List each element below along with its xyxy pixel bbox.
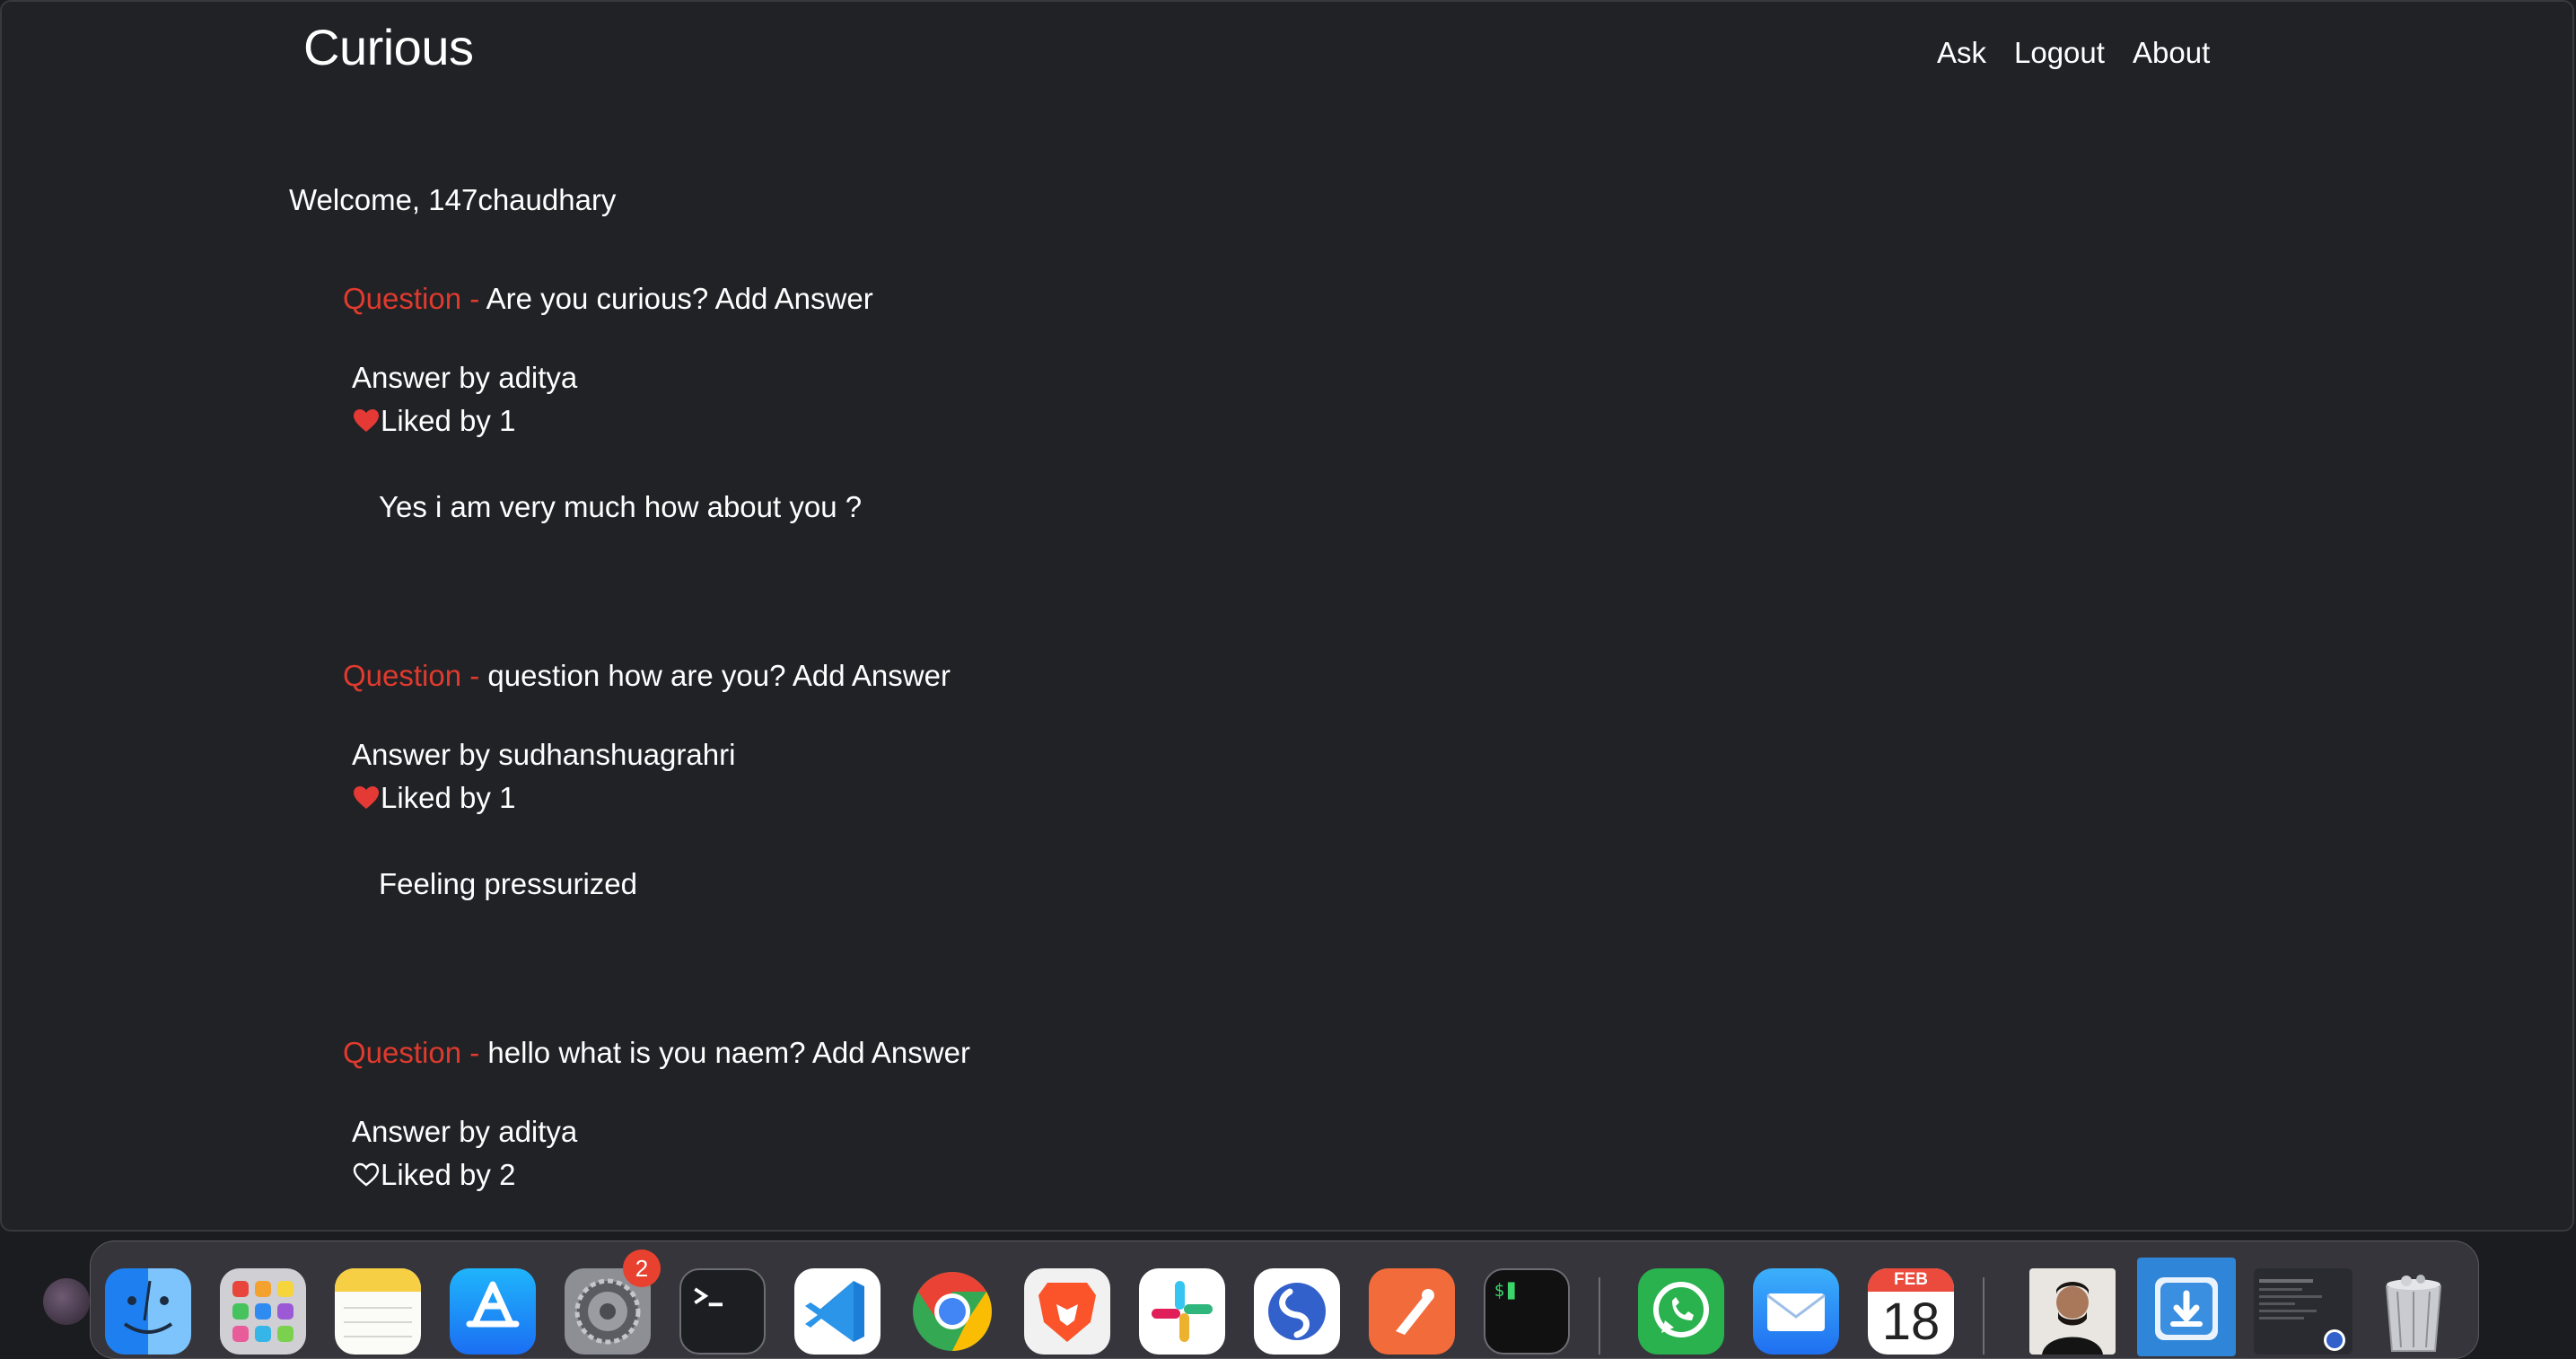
heart-filled-icon[interactable] (352, 784, 381, 812)
nav-about-link[interactable]: About (2133, 36, 2210, 70)
answer-author: Answer by aditya (352, 361, 578, 394)
likes-count: Liked by 1 (381, 781, 516, 814)
launchpad-icon[interactable] (220, 1268, 306, 1355)
downloads-folder[interactable] (2137, 1258, 2236, 1356)
nav-ask-link[interactable]: Ask (1937, 36, 1986, 70)
whatsapp-icon[interactable] (1638, 1268, 1724, 1355)
iterm-icon[interactable]: $ (1484, 1268, 1570, 1355)
vscode-icon[interactable] (794, 1268, 881, 1355)
dock-area: $ FEB 18 2 (0, 1232, 2576, 1359)
simplenote-icon[interactable] (1254, 1268, 1340, 1355)
browser-window: Curious Ask Logout About Welcome, 147cha… (0, 0, 2574, 1232)
calendar-month: FEB (1868, 1268, 1954, 1292)
answer-author: Answer by aditya (352, 1115, 578, 1148)
terminal-icon[interactable] (679, 1268, 766, 1355)
likes-count: Liked by 2 (381, 1158, 516, 1191)
heart-outline-icon[interactable] (352, 1161, 381, 1189)
recent-window[interactable] (2254, 1268, 2353, 1355)
chrome-icon[interactable] (909, 1268, 995, 1355)
desktop-widget (43, 1278, 90, 1325)
question-prefix: Question - (343, 659, 480, 692)
question-line: Question - hello what is you naem? Add A… (343, 1036, 970, 1070)
likes-row: Liked by 2 (352, 1158, 515, 1192)
add-answer-link[interactable]: Add Answer (715, 282, 873, 315)
dock-separator (1599, 1277, 1600, 1355)
likes-row: Liked by 1 (352, 404, 515, 438)
postman-icon[interactable] (1369, 1268, 1455, 1355)
calendar-day: 18 (1881, 1293, 1941, 1351)
brave-icon[interactable] (1024, 1268, 1110, 1355)
answer-text: Feeling pressurized (379, 867, 637, 900)
likes-count: Liked by 1 (381, 404, 516, 437)
question-text: hello what is you naem? (487, 1036, 806, 1069)
question-prefix: Question - (343, 282, 480, 315)
profile-photo[interactable] (2029, 1268, 2116, 1355)
finder-icon[interactable] (105, 1268, 191, 1355)
notes-icon[interactable] (335, 1268, 421, 1355)
mail-icon[interactable] (1753, 1268, 1839, 1355)
answer-author: Answer by sudhanshuagrahri (352, 738, 736, 771)
question-prefix: Question - (343, 1036, 480, 1069)
svg-text:$: $ (1494, 1280, 1505, 1301)
heart-filled-icon[interactable] (352, 407, 381, 435)
add-answer-link[interactable]: Add Answer (793, 659, 951, 692)
question-text: question how are you? (487, 659, 786, 692)
dock-separator (1983, 1277, 1985, 1355)
calendar-icon[interactable]: FEB 18 (1868, 1268, 1954, 1355)
app-store-icon[interactable] (450, 1268, 536, 1355)
question-line: Question - Are you curious? Add Answer (343, 282, 873, 316)
notification-badge: 2 (623, 1249, 661, 1287)
top-nav: Ask Logout About (2, 36, 2572, 72)
add-answer-link[interactable]: Add Answer (812, 1036, 970, 1069)
welcome-message: Welcome, 147chaudhary (289, 183, 617, 216)
likes-row: Liked by 1 (352, 781, 515, 815)
question-line: Question - question how are you? Add Ans… (343, 659, 951, 693)
trash-icon[interactable] (2370, 1268, 2457, 1355)
slack-icon[interactable] (1139, 1268, 1225, 1355)
answer-text: Yes i am very much how about you ? (379, 490, 863, 523)
dock: $ FEB 18 (90, 1241, 2479, 1359)
nav-logout-link[interactable]: Logout (2014, 36, 2105, 70)
question-text: Are you curious? (486, 282, 709, 315)
